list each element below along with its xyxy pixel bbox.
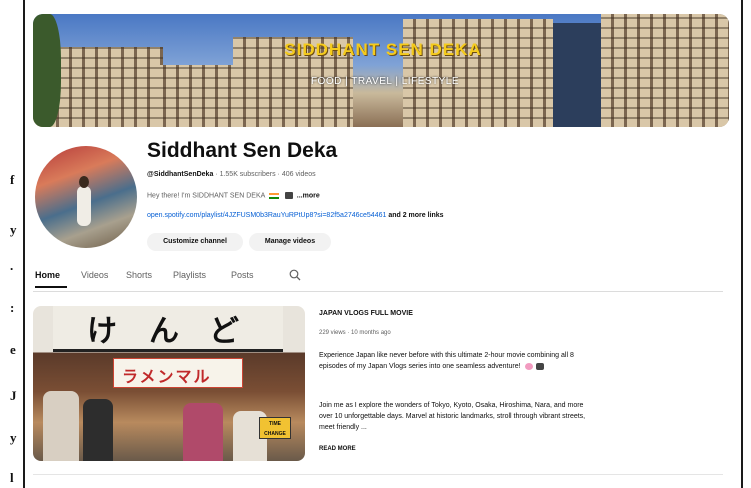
banner-tree bbox=[33, 14, 61, 127]
search-icon[interactable] bbox=[289, 269, 301, 281]
manage-videos-button[interactable]: Manage videos bbox=[249, 233, 331, 251]
thumbnail-badge: TIME CHANGE bbox=[259, 417, 291, 439]
thumbnail-noren: ラメンマル bbox=[113, 358, 243, 388]
tabs-divider bbox=[33, 291, 723, 292]
featured-video-thumbnail[interactable]: け ん ど ラメンマル TIME CHANGE bbox=[33, 306, 305, 461]
featured-video-title[interactable]: JAPAN VLOGS FULL MOVIE bbox=[319, 310, 413, 317]
channel-banner: SIDDHANT SEN DEKA FOOD | TRAVEL | LIFEST… bbox=[33, 14, 729, 127]
left-page-fragment: f y . : e J y l bbox=[0, 0, 22, 488]
fragment-letter: y bbox=[10, 222, 17, 237]
channel-meta: @SiddhantSenDeka · 1.55K subscribers · 4… bbox=[147, 171, 316, 178]
banner-building bbox=[553, 23, 603, 127]
bio-text: Hey there! I'm SIDDHANT SEN DEKA bbox=[147, 192, 265, 200]
channel-links: open.spotify.com/playlist/4JZFUSM0b3RauY… bbox=[147, 212, 444, 219]
customize-channel-button[interactable]: Customize channel bbox=[147, 233, 243, 251]
channel-handle: @SiddhantSenDeka bbox=[147, 171, 214, 178]
cherry-blossom-icon bbox=[524, 362, 533, 370]
more-links[interactable]: and 2 more links bbox=[388, 212, 443, 219]
thumbnail-person bbox=[183, 403, 223, 461]
banner-building bbox=[403, 19, 553, 127]
fragment-letter: : bbox=[10, 300, 15, 315]
fragment-letter: y bbox=[10, 430, 17, 445]
india-flag-icon bbox=[268, 192, 279, 199]
thumbnail-sign: け ん ど bbox=[53, 306, 283, 352]
fragment-letter: l bbox=[10, 470, 14, 485]
film-camera-icon bbox=[536, 362, 545, 370]
fragment-letter: J bbox=[10, 388, 17, 403]
banner-building bbox=[601, 14, 729, 127]
channel-bio[interactable]: Hey there! I'm SIDDHANT SEN DEKA ...more bbox=[147, 192, 320, 199]
channel-stats: · 1.55K subscribers · 406 videos bbox=[215, 171, 316, 178]
fragment-letter: f bbox=[10, 172, 15, 187]
banner-title: SIDDHANT SEN DEKA bbox=[284, 40, 482, 59]
fragment-letter: . bbox=[10, 258, 14, 273]
fragment-letter: e bbox=[10, 342, 16, 357]
tab-home[interactable]: Home bbox=[35, 270, 60, 280]
sign-char: け bbox=[87, 315, 117, 348]
youtube-channel-page: SIDDHANT SEN DEKA FOOD | TRAVEL | LIFEST… bbox=[23, 0, 743, 488]
sign-char: ん bbox=[149, 315, 179, 348]
read-more-link[interactable]: READ MORE bbox=[319, 446, 356, 452]
channel-avatar[interactable] bbox=[35, 146, 137, 248]
banner-subtitle: FOOD | TRAVEL | LIFESTYLE bbox=[310, 76, 460, 87]
active-tab-indicator bbox=[35, 286, 67, 288]
tab-posts[interactable]: Posts bbox=[231, 270, 254, 280]
spotify-link[interactable]: open.spotify.com/playlist/4JZFUSM0b3RauY… bbox=[147, 212, 386, 219]
thumbnail-person bbox=[43, 391, 79, 461]
featured-video-description: Experience Japan like never before with … bbox=[319, 350, 589, 372]
section-divider bbox=[33, 474, 723, 475]
bio-more-link[interactable]: ...more bbox=[297, 192, 320, 199]
banner-building bbox=[153, 65, 243, 127]
featured-video-meta: 229 views · 10 months ago bbox=[319, 330, 391, 336]
sign-char: ど bbox=[209, 315, 239, 348]
tab-shorts[interactable]: Shorts bbox=[126, 270, 152, 280]
featured-video-description-2: Join me as I explore the wonders of Toky… bbox=[319, 402, 586, 431]
tab-playlists[interactable]: Playlists bbox=[173, 270, 206, 280]
tab-videos[interactable]: Videos bbox=[81, 270, 108, 280]
channel-name: Siddhant Sen Deka bbox=[147, 139, 338, 162]
thumbnail-person bbox=[83, 399, 113, 461]
film-camera-icon bbox=[284, 192, 293, 199]
noren-text: ラメンマル bbox=[122, 369, 212, 386]
